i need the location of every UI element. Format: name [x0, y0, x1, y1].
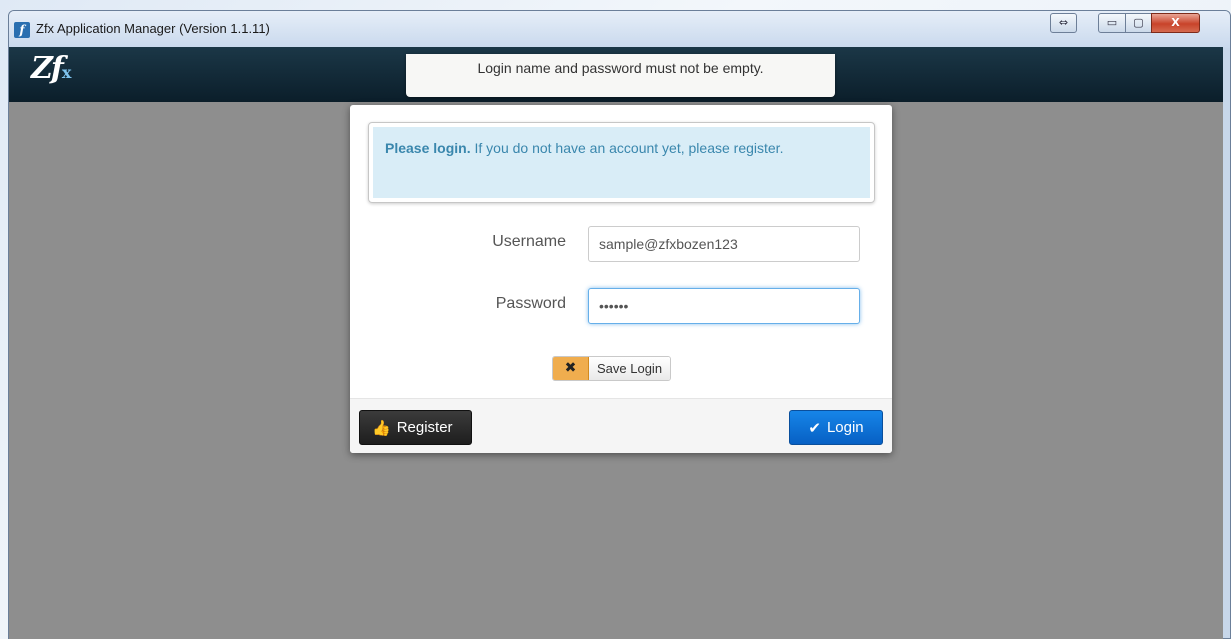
window-title: Zfx Application Manager (Version 1.1.11): [36, 21, 270, 36]
login-label: Login: [826, 419, 864, 436]
title-bar[interactable]: f Zfx Application Manager (Version 1.1.1…: [9, 11, 1230, 48]
save-login-toggle[interactable]: ✖ Save Login: [552, 356, 672, 381]
username-label: Username: [492, 233, 566, 250]
toast-message: Login name and password must not be empt…: [477, 60, 764, 76]
dialog-footer: 👍 Register ✔ Login: [350, 398, 892, 453]
resize-toggle-button[interactable]: ⇔: [1050, 13, 1077, 33]
minimize-button[interactable]: ▭: [1098, 13, 1126, 33]
logo-text: Zf: [31, 51, 64, 86]
login-button[interactable]: ✔ Login: [789, 410, 883, 445]
info-text: If you do not have an account yet, pleas…: [470, 140, 784, 156]
maximize-button[interactable]: ▢: [1125, 13, 1152, 33]
save-login-x-icon: ✖: [553, 357, 589, 380]
app-logo-icon: f: [14, 22, 30, 38]
password-label: Password: [495, 295, 566, 312]
register-button[interactable]: 👍 Register: [359, 410, 472, 445]
info-bold-text: Please login.: [385, 140, 471, 156]
logo-sub: x: [61, 63, 71, 82]
close-button[interactable]: X: [1151, 13, 1200, 33]
password-input[interactable]: [588, 288, 860, 324]
username-input[interactable]: [588, 226, 860, 262]
save-login-label: Save Login: [589, 357, 671, 380]
login-dialog: Please login. If you do not have an acco…: [350, 105, 892, 453]
error-toast: Login name and password must not be empt…: [406, 54, 835, 97]
zfx-logo: Zfx: [31, 51, 71, 86]
login-info-message: Please login. If you do not have an acco…: [373, 127, 870, 198]
register-label: Register: [396, 419, 453, 436]
checkmark-icon: ✔: [808, 419, 821, 437]
login-info-box: Please login. If you do not have an acco…: [368, 122, 875, 203]
thumbs-up-icon: 👍: [372, 419, 391, 437]
